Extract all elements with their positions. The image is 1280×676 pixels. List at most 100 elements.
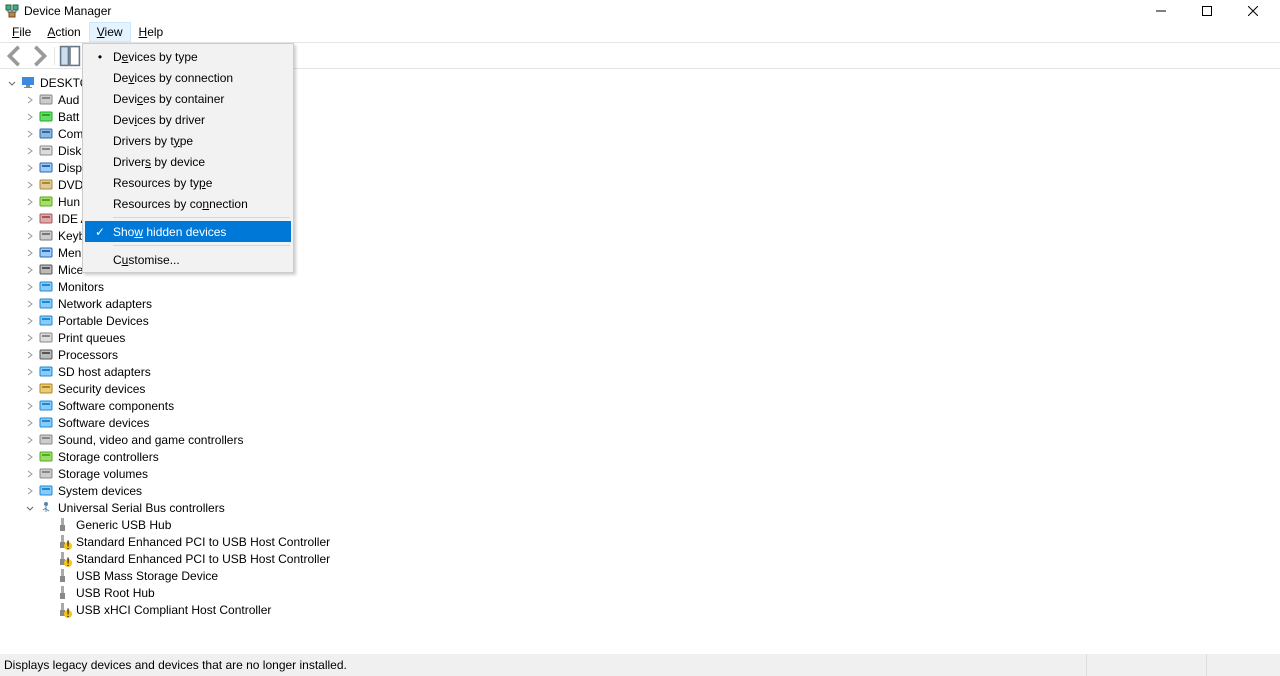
- menu-drivers-by-device[interactable]: Drivers by device: [85, 151, 291, 172]
- expand-icon[interactable]: [24, 196, 36, 208]
- close-button[interactable]: [1230, 0, 1276, 22]
- tree-device[interactable]: Generic USB Hub: [42, 516, 1274, 533]
- usb-device-icon: [56, 585, 72, 600]
- expand-icon[interactable]: [6, 77, 18, 89]
- category-icon: [38, 177, 54, 192]
- tree-category[interactable]: Storage volumes: [24, 465, 1274, 482]
- expand-icon[interactable]: [24, 213, 36, 225]
- category-icon: [38, 432, 54, 447]
- expand-icon[interactable]: [24, 128, 36, 140]
- expand-icon[interactable]: [24, 145, 36, 157]
- category-icon: [38, 194, 54, 209]
- tree-category[interactable]: Software devices: [24, 414, 1274, 431]
- menu-devices-by-type[interactable]: •Devices by type: [85, 46, 291, 67]
- tree-category[interactable]: Security devices: [24, 380, 1274, 397]
- toolbar-separator: [54, 47, 55, 65]
- tree-item-label: Security devices: [58, 382, 145, 396]
- expand-icon[interactable]: [24, 111, 36, 123]
- minimize-button[interactable]: [1138, 0, 1184, 22]
- expand-icon[interactable]: [24, 468, 36, 480]
- expand-icon[interactable]: [24, 451, 36, 463]
- expand-icon[interactable]: [24, 315, 36, 327]
- category-icon: [38, 313, 54, 328]
- forward-button[interactable]: [28, 45, 50, 67]
- expand-icon[interactable]: [24, 264, 36, 276]
- tree-item-label: Batt: [58, 110, 79, 124]
- radio-mark-icon: •: [93, 50, 107, 64]
- menu-customise[interactable]: Customise...: [85, 249, 291, 270]
- expand-icon[interactable]: [24, 366, 36, 378]
- view-dropdown: •Devices by type Devices by connection D…: [82, 43, 294, 273]
- menu-show-hidden-devices[interactable]: ✓Show hidden devices: [85, 221, 291, 242]
- tree-device[interactable]: ! Standard Enhanced PCI to USB Host Cont…: [42, 533, 1274, 550]
- expand-icon[interactable]: [24, 179, 36, 191]
- menu-file[interactable]: File: [4, 22, 39, 42]
- title-bar: Device Manager: [0, 0, 1280, 22]
- tree-item-label: USB xHCI Compliant Host Controller: [76, 603, 271, 617]
- maximize-button[interactable]: [1184, 0, 1230, 22]
- tree-category[interactable]: System devices: [24, 482, 1274, 499]
- expand-icon[interactable]: [24, 400, 36, 412]
- expand-icon[interactable]: [24, 485, 36, 497]
- expand-icon[interactable]: [24, 247, 36, 259]
- tree-category[interactable]: Processors: [24, 346, 1274, 363]
- status-pane: [1206, 654, 1276, 676]
- tree-category[interactable]: Software components: [24, 397, 1274, 414]
- tree-category[interactable]: Monitors: [24, 278, 1274, 295]
- category-icon: [38, 160, 54, 175]
- tree-item-label: Processors: [58, 348, 118, 362]
- category-icon: [38, 347, 54, 362]
- usb-icon: [38, 500, 54, 515]
- tree-category[interactable]: Sound, video and game controllers: [24, 431, 1274, 448]
- tree-item-label: DVD: [58, 178, 83, 192]
- show-hide-console-button[interactable]: [59, 45, 81, 67]
- expand-icon[interactable]: [24, 434, 36, 446]
- tree-category[interactable]: Portable Devices: [24, 312, 1274, 329]
- collapse-icon[interactable]: [24, 502, 36, 514]
- tree-item-label: Monitors: [58, 280, 104, 294]
- menu-devices-by-container[interactable]: Devices by container: [85, 88, 291, 109]
- menu-devices-by-driver[interactable]: Devices by driver: [85, 109, 291, 130]
- category-icon: [38, 228, 54, 243]
- category-icon: [38, 245, 54, 260]
- tree-category[interactable]: Storage controllers: [24, 448, 1274, 465]
- expand-icon[interactable]: [24, 94, 36, 106]
- category-icon: [38, 279, 54, 294]
- tree-category[interactable]: SD host adapters: [24, 363, 1274, 380]
- tree-category[interactable]: Print queues: [24, 329, 1274, 346]
- tree-item-label: Storage controllers: [58, 450, 159, 464]
- usb-device-icon: !: [56, 534, 72, 549]
- tree-item-label: Universal Serial Bus controllers: [58, 501, 225, 515]
- category-icon: [38, 466, 54, 481]
- tree-device[interactable]: USB Root Hub: [42, 584, 1274, 601]
- menu-action[interactable]: Action: [39, 22, 88, 42]
- expand-icon[interactable]: [24, 281, 36, 293]
- menu-resources-by-connection[interactable]: Resources by connection: [85, 193, 291, 214]
- tree-item-label: Aud: [58, 93, 79, 107]
- tree-category-usb[interactable]: Universal Serial Bus controllers: [24, 499, 1274, 516]
- tree-item-label: Storage volumes: [58, 467, 148, 481]
- window-title: Device Manager: [24, 4, 111, 18]
- menu-help[interactable]: Help: [131, 22, 172, 42]
- expand-icon[interactable]: [24, 298, 36, 310]
- tree-device[interactable]: USB Mass Storage Device: [42, 567, 1274, 584]
- tree-item-label: Disk: [58, 144, 81, 158]
- expand-icon[interactable]: [24, 230, 36, 242]
- tree-device[interactable]: ! Standard Enhanced PCI to USB Host Cont…: [42, 550, 1274, 567]
- menu-devices-by-connection[interactable]: Devices by connection: [85, 67, 291, 88]
- usb-device-icon: !: [56, 551, 72, 566]
- menu-view[interactable]: View: [89, 22, 131, 42]
- expand-icon[interactable]: [24, 383, 36, 395]
- menu-drivers-by-type[interactable]: Drivers by type: [85, 130, 291, 151]
- expand-icon[interactable]: [24, 349, 36, 361]
- tree-item-label: Hun: [58, 195, 80, 209]
- menu-resources-by-type[interactable]: Resources by type: [85, 172, 291, 193]
- expand-icon[interactable]: [24, 162, 36, 174]
- category-icon: [38, 296, 54, 311]
- back-button[interactable]: [4, 45, 26, 67]
- expand-icon[interactable]: [24, 332, 36, 344]
- expand-icon[interactable]: [24, 417, 36, 429]
- tree-item-label: Com: [58, 127, 83, 141]
- tree-device[interactable]: ! USB xHCI Compliant Host Controller: [42, 601, 1274, 618]
- tree-category[interactable]: Network adapters: [24, 295, 1274, 312]
